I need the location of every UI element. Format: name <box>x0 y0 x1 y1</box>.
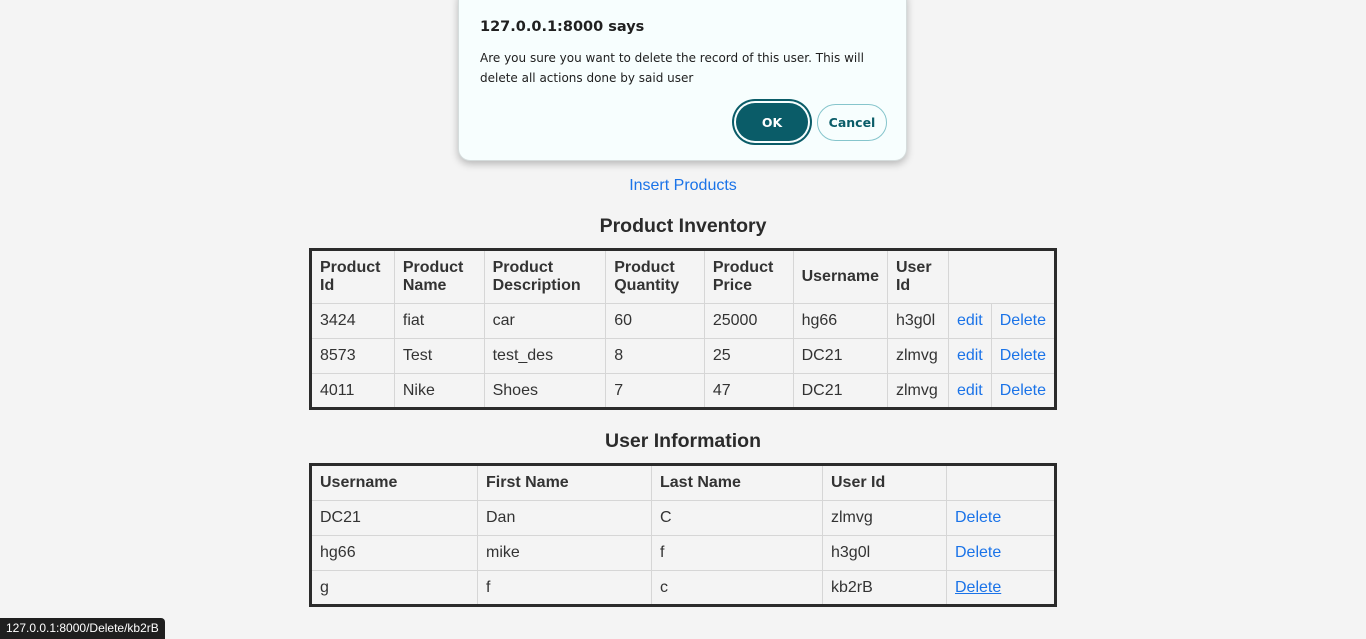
cell-product-id: 4011 <box>310 373 395 409</box>
edit-link[interactable]: edit <box>957 312 983 329</box>
table-row: 8573 Test test_des 8 25 DC21 zlmvg edit … <box>310 338 1057 374</box>
cell-product-name: Nike <box>393 373 485 409</box>
cell-user-id: zlmvg <box>886 338 949 374</box>
cell-product-description: Shoes <box>483 373 607 409</box>
delete-link[interactable]: Delete <box>1000 312 1046 329</box>
cell-product-description: car <box>483 303 607 339</box>
cell-last-name: c <box>651 570 823 606</box>
insert-products-link[interactable]: Insert Products <box>629 177 737 194</box>
cell-delete: Delete <box>990 373 1057 409</box>
header-user-id: User Id <box>886 249 949 304</box>
cell-username: hg66 <box>310 535 478 571</box>
cell-username: DC21 <box>792 338 888 374</box>
header-product-quantity: Product Quantity <box>605 249 705 304</box>
cell-first-name: Dan <box>477 500 652 536</box>
user-information-title: User Information <box>604 430 762 452</box>
header-first-name: First Name <box>477 464 652 501</box>
page: 127.0.0.1:8000 says Are you sure you wan… <box>0 0 1366 639</box>
cell-product-price: 25000 <box>703 303 794 339</box>
cell-product-price: 47 <box>703 373 794 409</box>
cell-product-quantity: 7 <box>605 373 705 409</box>
cell-product-name: fiat <box>393 303 485 339</box>
cell-edit: edit <box>947 338 992 374</box>
header-last-name: Last Name <box>651 464 823 501</box>
table-header-row: Username First Name Last Name User Id <box>310 464 1056 501</box>
confirm-dialog: 127.0.0.1:8000 says Are you sure you wan… <box>458 0 907 161</box>
header-username: Username <box>792 249 888 304</box>
cell-product-price: 25 <box>703 338 794 374</box>
cell-product-description: test_des <box>483 338 607 374</box>
cell-user-id: zlmvg <box>886 373 949 409</box>
header-username: Username <box>310 464 478 501</box>
cell-username: hg66 <box>792 303 888 339</box>
table-row: g f c kb2rB Delete <box>310 570 1056 606</box>
cell-username: DC21 <box>792 373 888 409</box>
cell-product-quantity: 8 <box>605 338 705 374</box>
cell-delete: Delete <box>946 570 1056 606</box>
product-inventory-table: Product Id Product Name Product Descript… <box>309 248 1057 410</box>
table-header-row: Product Id Product Name Product Descript… <box>310 249 1057 304</box>
cell-last-name: C <box>651 500 823 536</box>
header-actions <box>947 249 1057 304</box>
table-row: DC21 Dan C zlmvg Delete <box>310 500 1056 536</box>
table-row: 4011 Nike Shoes 7 47 DC21 zlmvg edit Del… <box>310 373 1057 409</box>
dialog-message: Are you sure you want to delete the reco… <box>480 51 864 85</box>
status-bar-url: 127.0.0.1:8000/Delete/kb2rB <box>0 618 165 639</box>
dialog-title: 127.0.0.1:8000 says <box>480 19 645 35</box>
product-inventory-title: Product Inventory <box>599 215 767 237</box>
header-product-description: Product Description <box>483 249 607 304</box>
insert-products-row: Insert Products <box>0 177 1366 195</box>
header-product-name: Product Name <box>393 249 485 304</box>
header-user-id: User Id <box>822 464 947 501</box>
cell-user-id: h3g0l <box>886 303 949 339</box>
delete-link[interactable]: Delete <box>955 579 1001 596</box>
cell-user-id: kb2rB <box>822 570 947 606</box>
edit-link[interactable]: edit <box>957 382 983 399</box>
cell-first-name: mike <box>477 535 652 571</box>
table-row: hg66 mike f h3g0l Delete <box>310 535 1056 571</box>
table-row: 3424 fiat car 60 25000 hg66 h3g0l edit D… <box>310 303 1057 339</box>
cell-user-id: h3g0l <box>822 535 947 571</box>
delete-link[interactable]: Delete <box>955 509 1001 526</box>
cell-edit: edit <box>947 373 992 409</box>
cell-edit: edit <box>947 303 992 339</box>
cell-delete: Delete <box>946 535 1056 571</box>
header-product-id: Product Id <box>310 249 395 304</box>
cell-delete: Delete <box>946 500 1056 536</box>
delete-link[interactable]: Delete <box>1000 382 1046 399</box>
user-information-table: Username First Name Last Name User Id DC… <box>309 463 1057 607</box>
ok-button[interactable]: OK <box>736 103 808 141</box>
cell-delete: Delete <box>990 338 1057 374</box>
cell-first-name: f <box>477 570 652 606</box>
cell-product-name: Test <box>393 338 485 374</box>
cell-last-name: f <box>651 535 823 571</box>
cell-username: g <box>310 570 478 606</box>
cell-product-quantity: 60 <box>605 303 705 339</box>
header-actions <box>946 464 1056 501</box>
cell-delete: Delete <box>990 303 1057 339</box>
cell-user-id: zlmvg <box>822 500 947 536</box>
header-product-price: Product Price <box>703 249 794 304</box>
cell-product-id: 8573 <box>310 338 395 374</box>
delete-link[interactable]: Delete <box>1000 347 1046 364</box>
delete-link[interactable]: Delete <box>955 544 1001 561</box>
edit-link[interactable]: edit <box>957 347 983 364</box>
cancel-button[interactable]: Cancel <box>817 104 887 141</box>
cell-product-id: 3424 <box>310 303 395 339</box>
cell-username: DC21 <box>310 500 478 536</box>
